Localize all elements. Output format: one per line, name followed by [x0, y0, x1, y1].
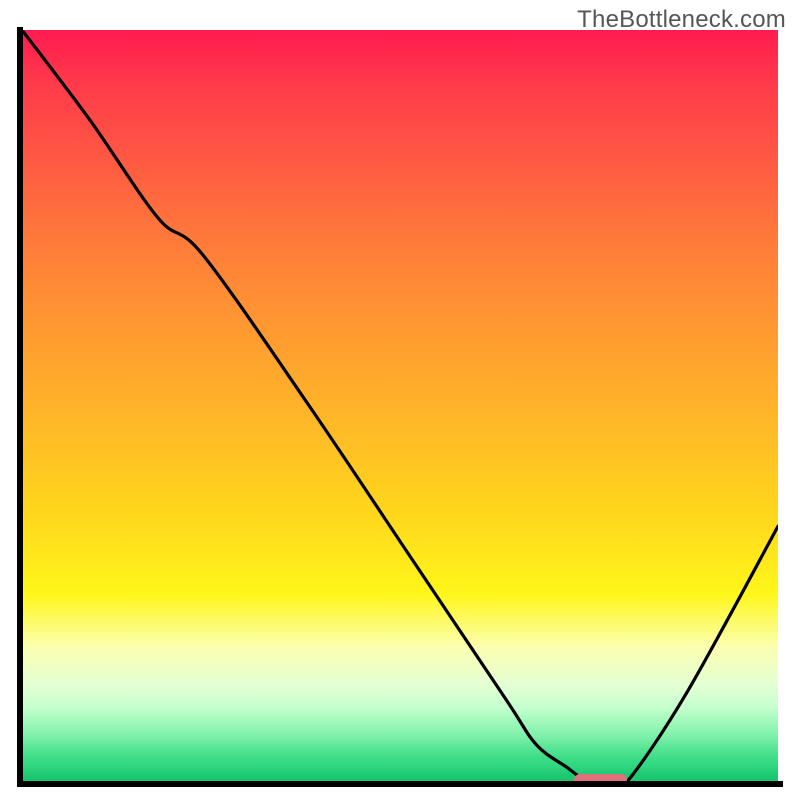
optimal-range-marker: [574, 774, 627, 786]
gradient-plot-area: [22, 30, 778, 782]
page-root: TheBottleneck.com: [0, 0, 800, 800]
